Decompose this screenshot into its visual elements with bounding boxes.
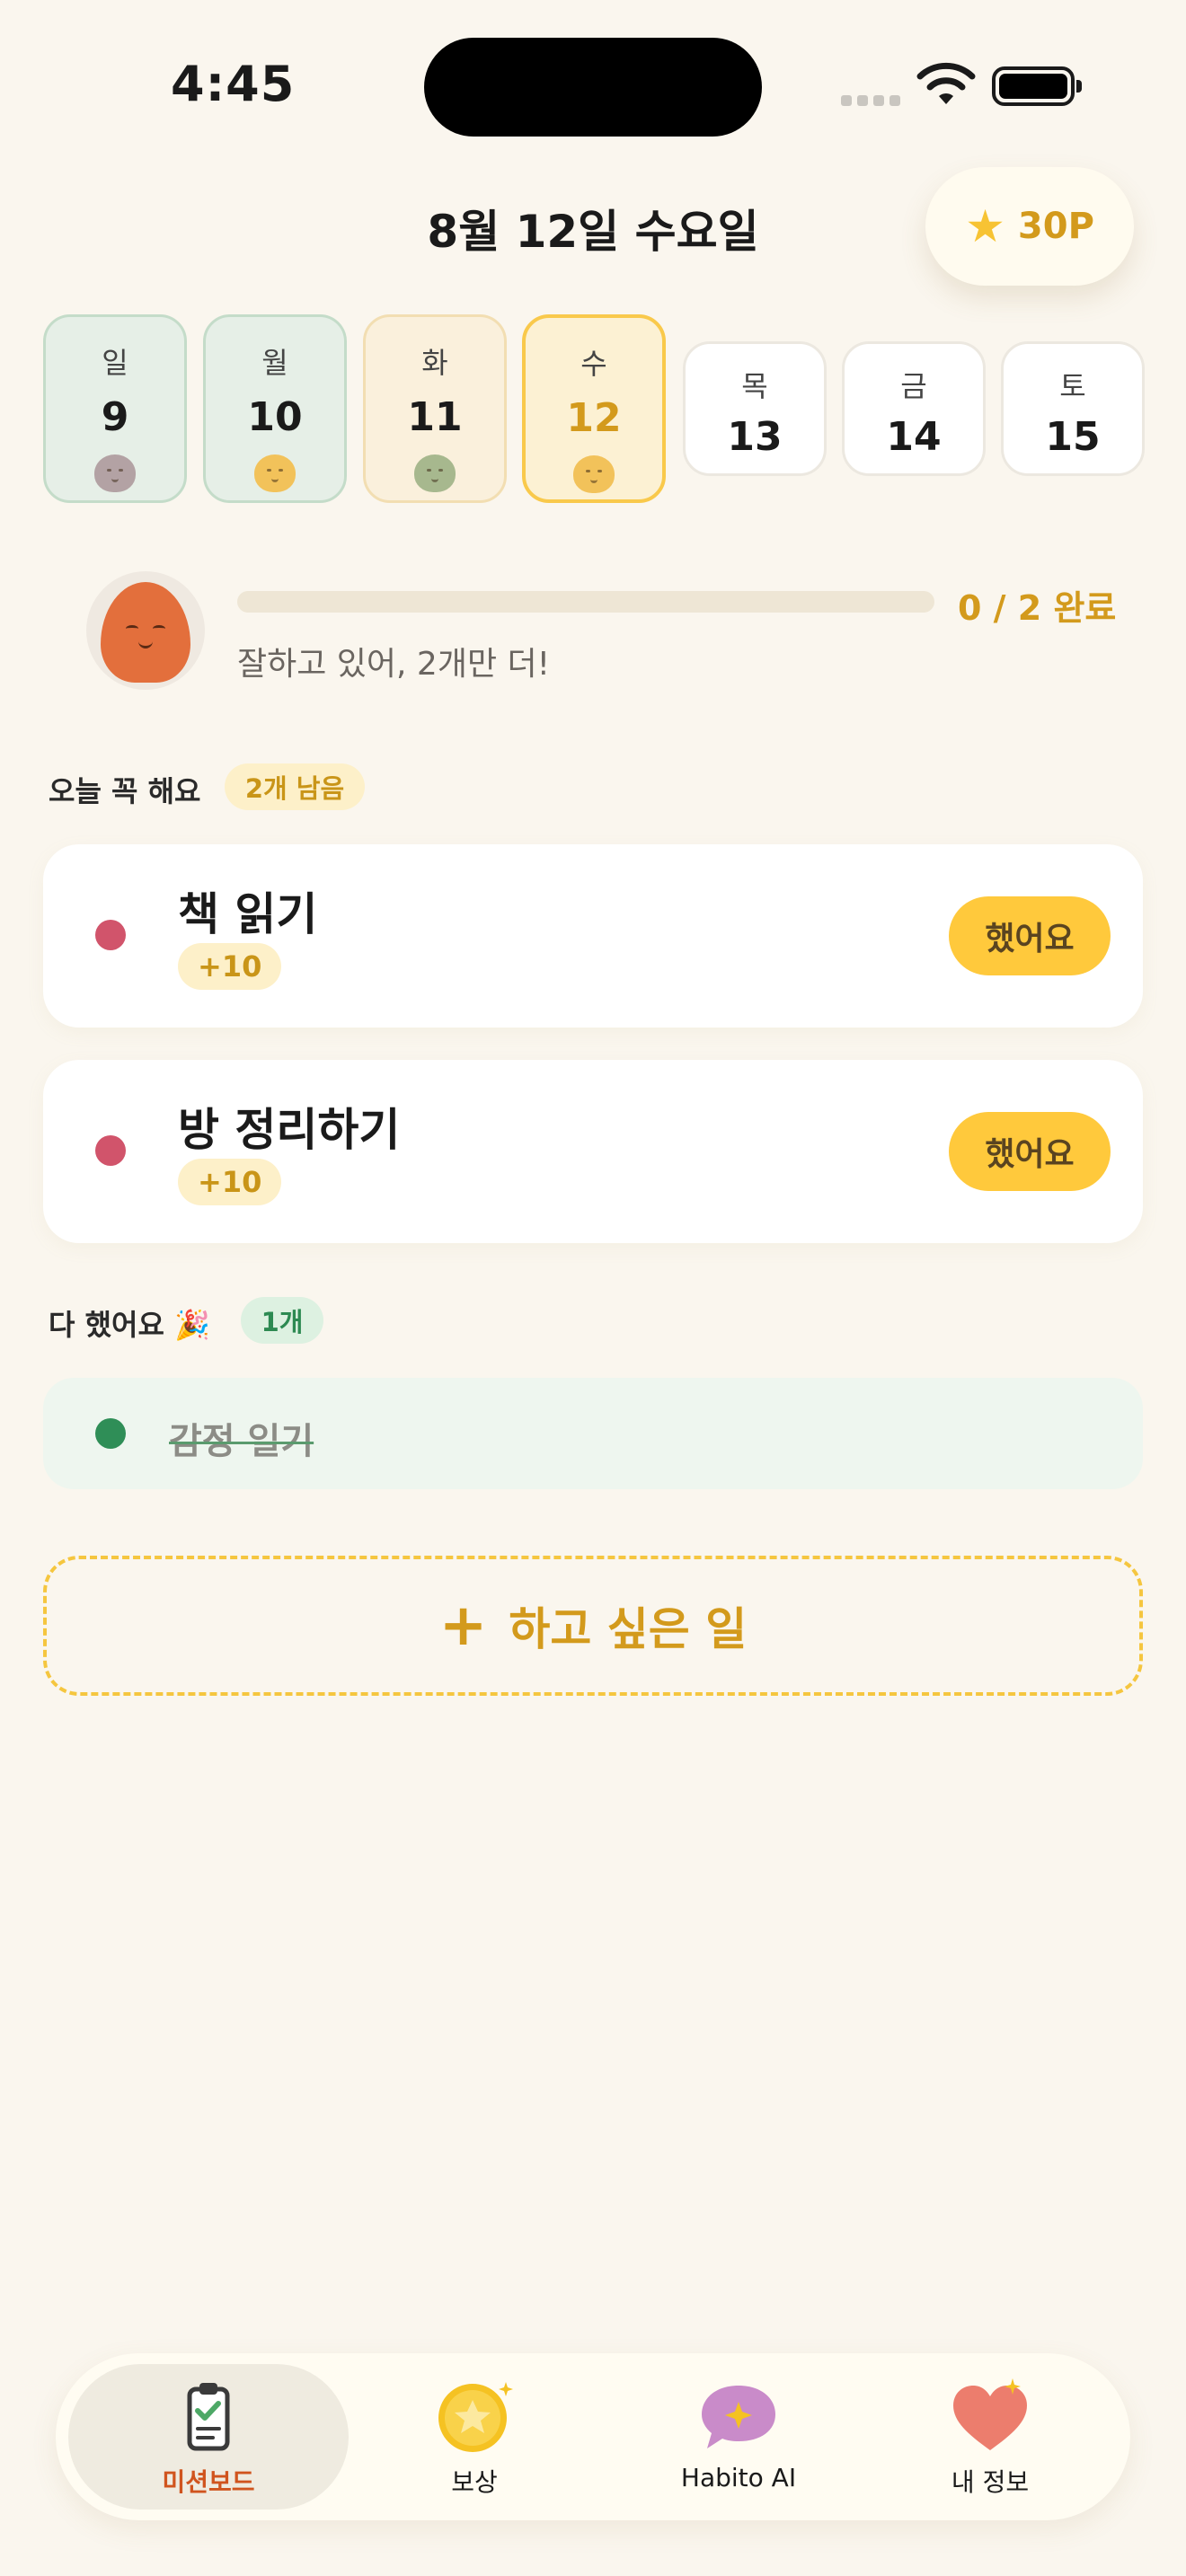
mood-face-icon [414, 454, 456, 492]
todo-section-title: 오늘 꼭 해요 [49, 774, 201, 808]
nav-mission-board[interactable]: 미션보드 [68, 2364, 349, 2510]
ai-chat-bubble-icon [702, 2386, 775, 2448]
task-dot [95, 1135, 126, 1166]
add-task-label: 하고 싶은 일 [509, 1603, 748, 1655]
mission-board-screen: 4:45 8월 12일 수요일 ★ 30P 일 9 월 10 화 11 수 12… [0, 0, 1186, 2576]
day-weekday: 금 [900, 369, 927, 403]
day-date: 15 [1045, 414, 1101, 460]
task-title: 책 읽기 [178, 888, 318, 940]
add-task-button[interactable]: + 하고 싶은 일 [43, 1556, 1143, 1696]
clipboard-check-icon [187, 2383, 230, 2451]
progress-bar [237, 591, 934, 613]
complete-task-button[interactable]: 했어요 [949, 1112, 1111, 1191]
completed-task-dot [95, 1418, 126, 1449]
completed-task-card[interactable]: 감정 일기 [43, 1378, 1143, 1489]
task-card[interactable]: 책 읽기 +10 했어요 [43, 844, 1143, 1028]
progress-message: 잘하고 있어, 2개만 더! [237, 646, 551, 683]
day-tue[interactable]: 화 11 [363, 314, 507, 503]
day-wed-today[interactable]: 수 12 [522, 314, 666, 503]
star-coin-icon [438, 2382, 513, 2452]
task-points-badge: +10 [178, 943, 282, 990]
nav-label: 미션보드 [162, 2467, 255, 2497]
nav-label: 보상 [451, 2467, 498, 2497]
day-weekday: 토 [1059, 369, 1086, 403]
mood-face-icon [573, 455, 615, 493]
status-time: 4:45 [171, 56, 296, 112]
wifi-icon [916, 62, 976, 104]
battery-icon [992, 66, 1082, 106]
day-date: 13 [727, 414, 783, 460]
task-dot [95, 920, 126, 950]
mood-face-icon [254, 454, 296, 492]
day-thu[interactable]: 목 13 [683, 341, 827, 476]
day-date: 12 [566, 395, 622, 441]
remaining-badge: 2개 남음 [225, 763, 365, 810]
star-icon: ★ [965, 200, 1005, 252]
done-count-badge: 1개 [241, 1297, 323, 1344]
day-date: 11 [407, 394, 463, 440]
nav-my-info[interactable]: 내 정보 [891, 2364, 1089, 2510]
day-fri[interactable]: 금 14 [842, 341, 986, 476]
heart-icon [953, 2378, 1027, 2450]
nav-habito-ai[interactable]: Habito AI [631, 2364, 846, 2510]
day-mon[interactable]: 월 10 [203, 314, 347, 503]
nav-label: Habito AI [680, 2463, 797, 2492]
complete-task-button[interactable]: 했어요 [949, 896, 1111, 975]
points-value: 30P [1017, 206, 1094, 247]
week-calendar: 일 9 월 10 화 11 수 12 목 13 금 14 토 15 [43, 314, 1145, 503]
day-weekday: 수 [580, 347, 607, 381]
day-weekday: 월 [261, 346, 288, 380]
task-points-badge: +10 [178, 1159, 282, 1205]
day-weekday: 화 [421, 346, 448, 380]
points-button[interactable]: ★ 30P [925, 167, 1134, 286]
plus-icon: + [438, 1592, 488, 1659]
day-date: 14 [886, 414, 942, 460]
done-section-title: 다 했어요 🎉 [49, 1308, 210, 1342]
day-date: 10 [247, 394, 303, 440]
nav-label: 내 정보 [951, 2467, 1030, 2497]
bottom-nav: 미션보드 보상 Habito AI 내 정보 [56, 2353, 1130, 2520]
day-sun[interactable]: 일 9 [43, 314, 187, 503]
completed-task-title: 감정 일기 [169, 1421, 314, 1462]
day-weekday: 일 [102, 346, 128, 380]
day-weekday: 목 [741, 369, 768, 403]
day-sat[interactable]: 토 15 [1001, 341, 1145, 476]
character-avatar [86, 571, 205, 690]
progress-count: 0 / 2 완료 [958, 588, 1117, 628]
nav-rewards[interactable]: 보상 [376, 2364, 573, 2510]
cellular-signal-icon [841, 95, 900, 106]
task-card[interactable]: 방 정리하기 +10 했어요 [43, 1060, 1143, 1243]
task-title: 방 정리하기 [178, 1104, 401, 1156]
day-date: 9 [101, 394, 129, 440]
dynamic-island [424, 38, 762, 137]
mood-face-icon [94, 454, 136, 492]
